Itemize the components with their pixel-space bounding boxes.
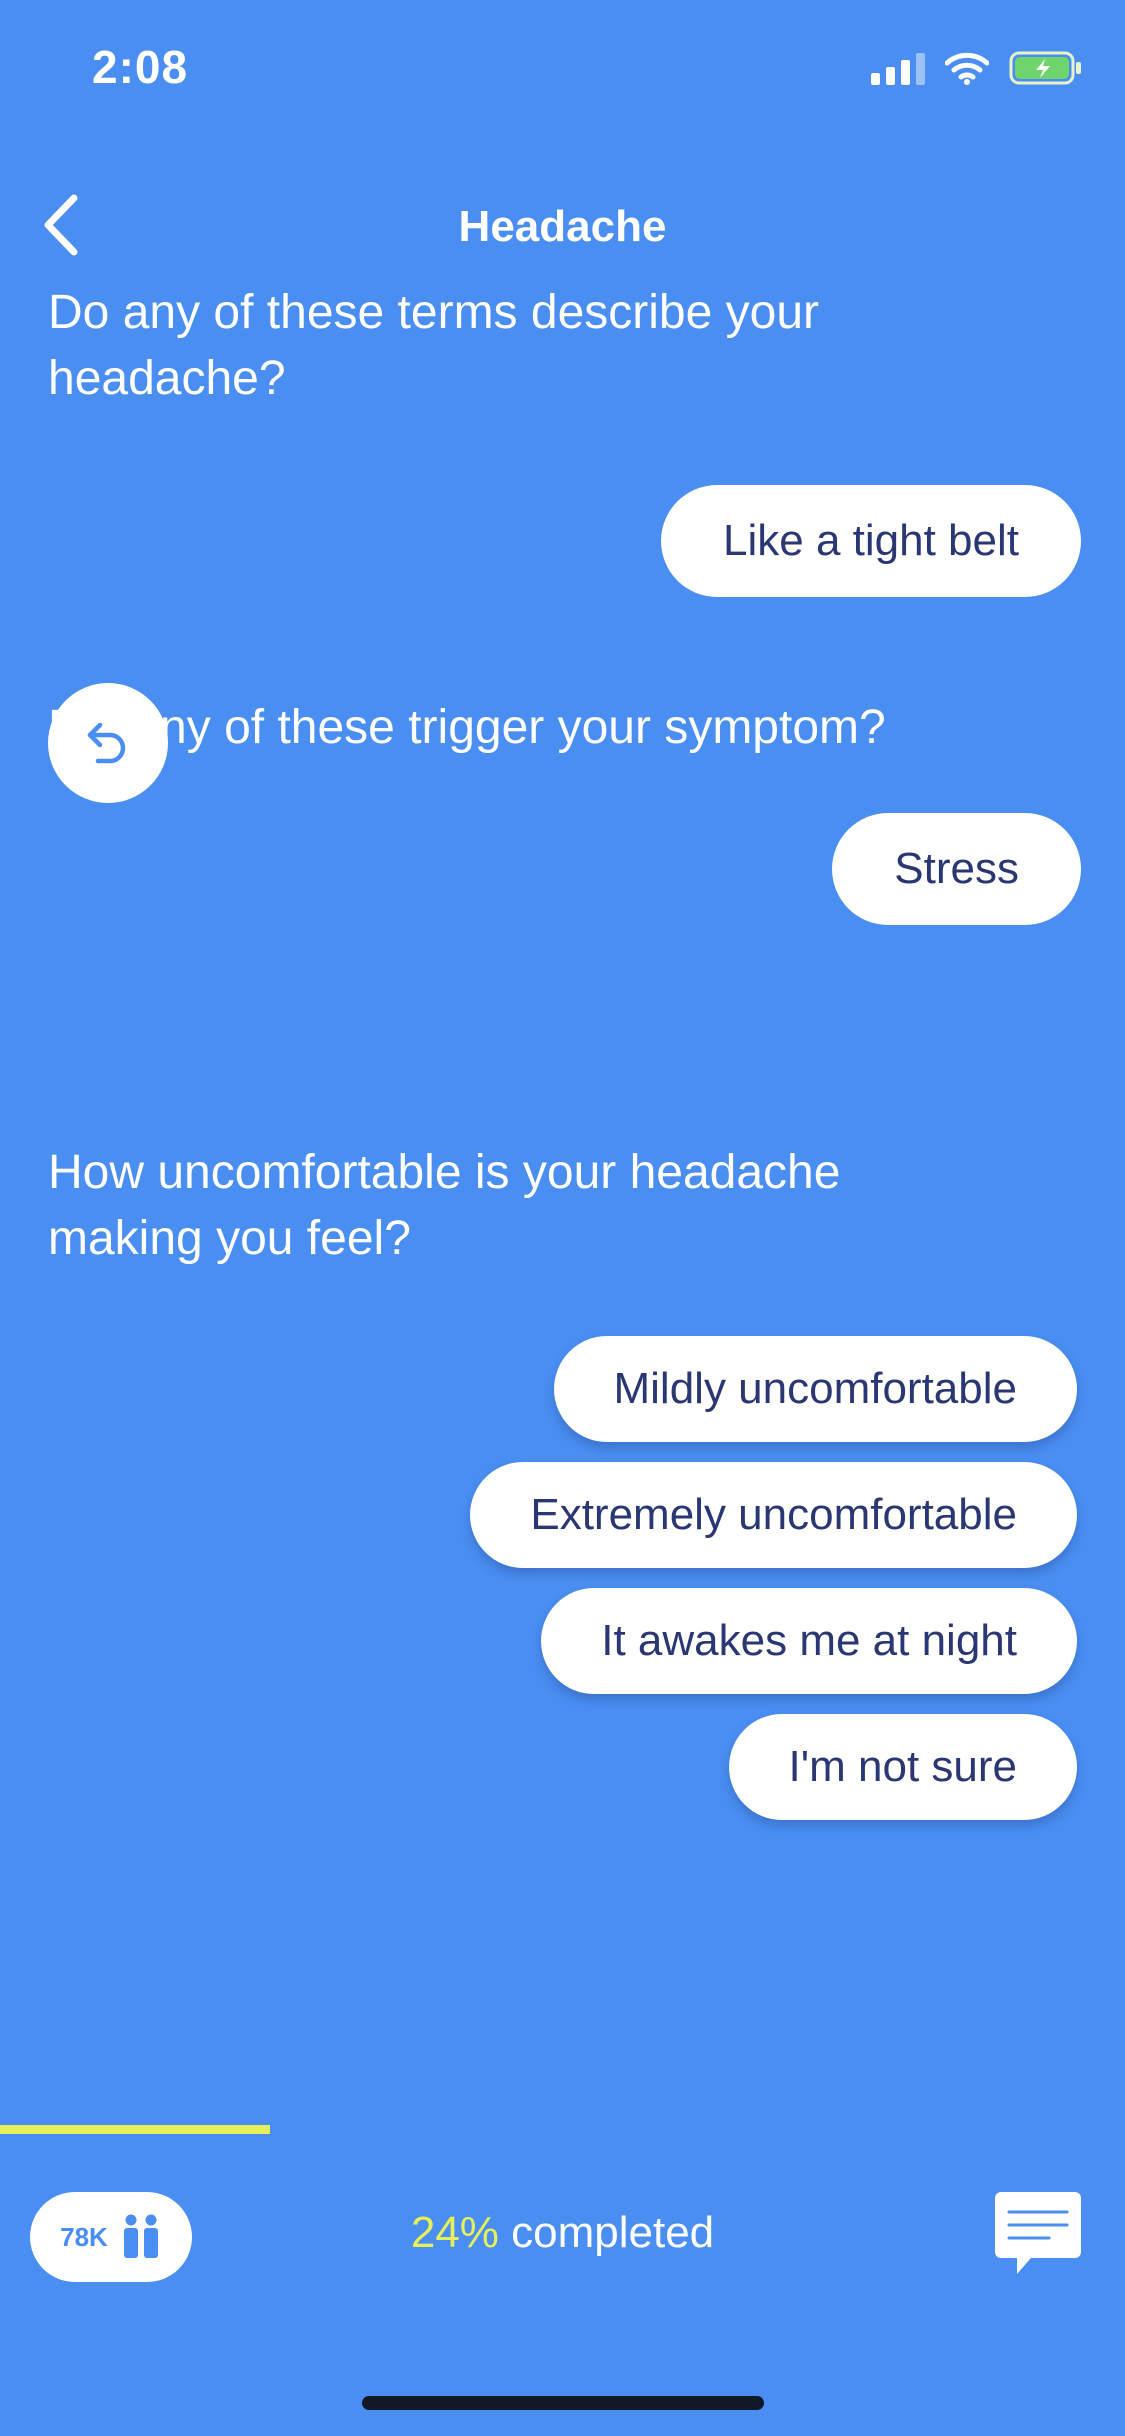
status-time: 2:08 (92, 41, 189, 93)
question-2: Did any of these trigger your symptom? (48, 701, 886, 754)
option-awakes-at-night[interactable]: It awakes me at night (541, 1588, 1077, 1694)
completion-text: completed (498, 2208, 715, 2257)
bottom-bar: 78K 24% completed (0, 2180, 1125, 2300)
option-mildly-uncomfortable[interactable]: Mildly uncomfortable (553, 1336, 1077, 1442)
status-bar: 2:08 (0, 0, 1125, 140)
nav-bar: Headache (0, 170, 1125, 290)
chat-icon (995, 2192, 1081, 2274)
home-indicator[interactable] (362, 2396, 764, 2410)
undo-button[interactable] (48, 683, 168, 803)
wifi-icon (945, 52, 989, 85)
battery-icon (1009, 51, 1081, 85)
page-title: Headache (458, 202, 667, 251)
conversation: Do any of these terms describe your head… (0, 290, 1125, 2090)
answer-bubble-1: Like a tight belt (661, 485, 1081, 597)
answer-bubble-2: Stress (832, 813, 1081, 925)
question-3: How uncomfortable is your headache makin… (48, 1146, 841, 1265)
option-not-sure[interactable]: I'm not sure (728, 1714, 1077, 1820)
completion-label: 24% completed (0, 2208, 1125, 2258)
question-1: Do any of these terms describe your head… (48, 290, 820, 405)
chat-button[interactable] (993, 2188, 1083, 2288)
completion-percent: 24% (410, 2208, 499, 2257)
progress-fill (0, 2125, 270, 2134)
progress-bar (0, 2125, 1125, 2134)
status-icons (871, 50, 1083, 86)
undo-icon (87, 722, 126, 764)
option-extremely-uncomfortable[interactable]: Extremely uncomfortable (470, 1462, 1077, 1568)
signal-icon (871, 51, 925, 85)
